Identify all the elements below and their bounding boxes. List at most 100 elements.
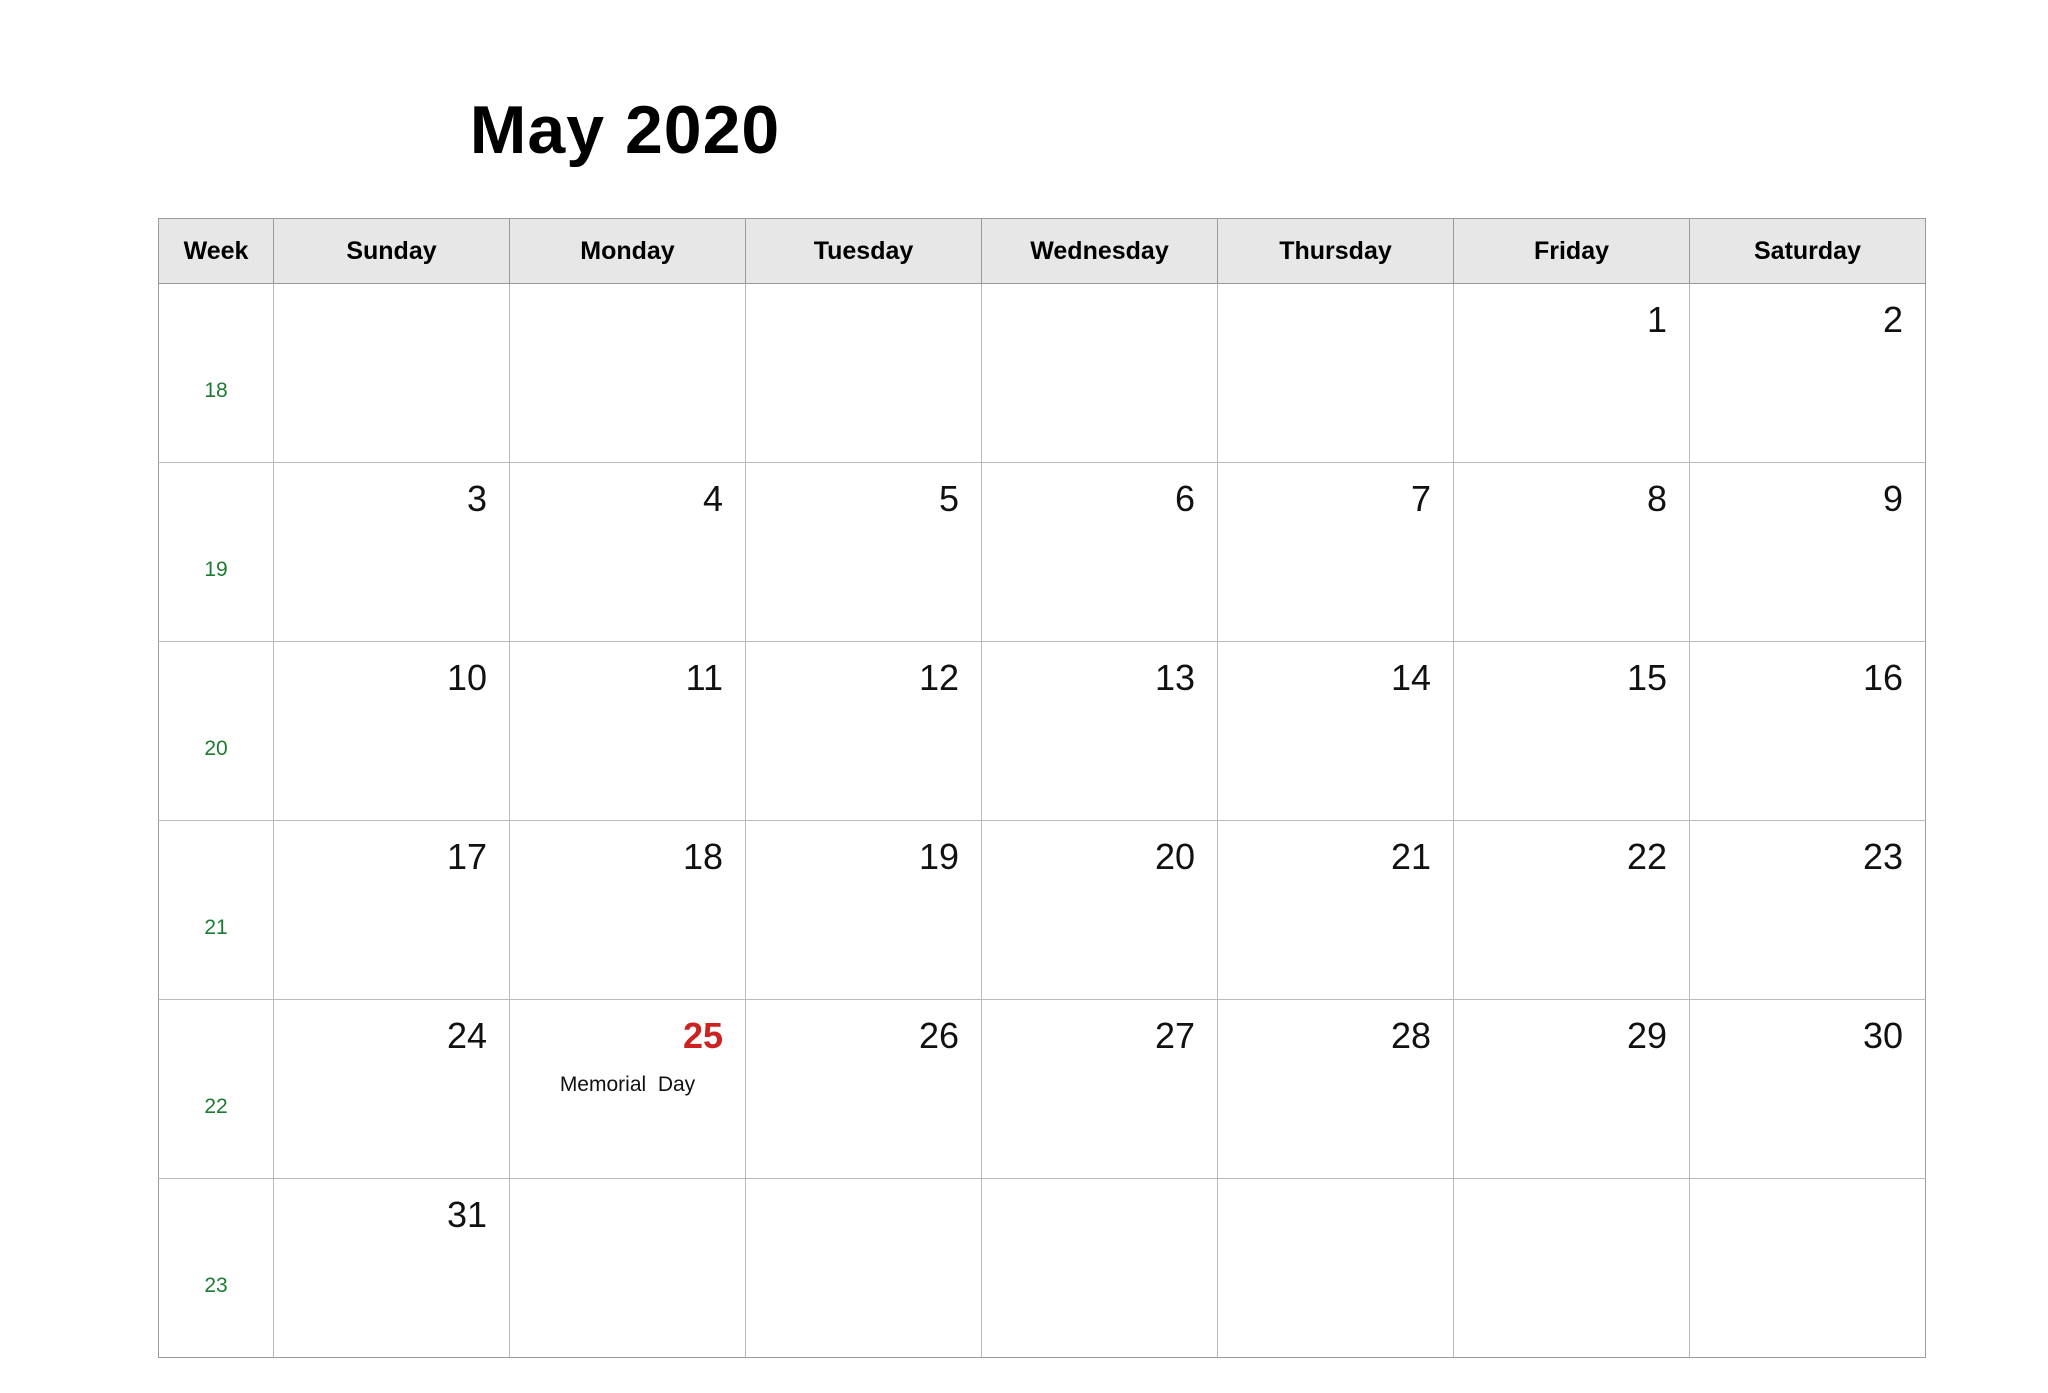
- day-number: 3: [466, 478, 487, 519]
- day-cell-thursday[interactable]: 14: [1217, 641, 1454, 821]
- day-number: 23: [1862, 836, 1903, 877]
- day-number: [274, 284, 509, 340]
- day-number: 24: [446, 1015, 487, 1056]
- day-number: 27: [1154, 1015, 1195, 1056]
- day-cell-thursday[interactable]: 7: [1217, 462, 1454, 642]
- calendar-week-row: 20 10 11 12 13 14 15 16: [158, 641, 1926, 821]
- header-wednesday: Wednesday: [981, 218, 1218, 284]
- day-cell-monday[interactable]: 4: [509, 462, 746, 642]
- day-cell-saturday[interactable]: 2: [1689, 283, 1926, 463]
- day-number: 26: [918, 1015, 959, 1056]
- day-number: 5: [938, 478, 959, 519]
- day-number: 13: [1154, 657, 1195, 698]
- calendar-table: Week Sunday Monday Tuesday Wednesday Thu…: [158, 218, 1926, 1358]
- day-number: [982, 1179, 1217, 1235]
- calendar-week-row: 18 1 2: [158, 283, 1926, 463]
- calendar-body: 18 1 2 19 3 4 5 6 7 8 9 20 10 11 12 13 14 15 16 21 17 18 19 20 2…: [158, 283, 1926, 1358]
- day-cell-tuesday[interactable]: 26: [745, 999, 982, 1179]
- day-number: 14: [1390, 657, 1431, 698]
- day-cell-wednesday[interactable]: [981, 1178, 1218, 1358]
- day-number: 16: [1862, 657, 1903, 698]
- day-number: 30: [1862, 1015, 1903, 1056]
- day-number: 6: [1174, 478, 1195, 519]
- day-number: [1218, 1179, 1453, 1235]
- week-number-cell[interactable]: 23: [158, 1178, 274, 1358]
- day-number: 21: [1390, 836, 1431, 877]
- week-number: 22: [204, 1094, 228, 1118]
- day-cell-tuesday[interactable]: 19: [745, 820, 982, 1000]
- day-cell-monday[interactable]: 25 Memorial Day: [509, 999, 746, 1179]
- day-number: 20: [1154, 836, 1195, 877]
- day-number: 10: [446, 657, 487, 698]
- day-cell-friday[interactable]: 8: [1453, 462, 1690, 642]
- day-cell-tuesday[interactable]: [745, 1178, 982, 1358]
- day-cell-saturday[interactable]: [1689, 1178, 1926, 1358]
- day-cell-monday[interactable]: [509, 283, 746, 463]
- day-number: [746, 1179, 981, 1235]
- day-number: 7: [1410, 478, 1431, 519]
- day-number: [746, 284, 981, 340]
- header-friday: Friday: [1453, 218, 1690, 284]
- day-cell-saturday[interactable]: 16: [1689, 641, 1926, 821]
- day-cell-sunday[interactable]: 17: [273, 820, 510, 1000]
- calendar-week-row: 22 24 25 Memorial Day 26 27 28 29 30: [158, 999, 1926, 1179]
- day-cell-friday[interactable]: 22: [1453, 820, 1690, 1000]
- day-cell-friday[interactable]: [1453, 1178, 1690, 1358]
- day-cell-sunday[interactable]: [273, 283, 510, 463]
- day-cell-monday[interactable]: 18: [509, 820, 746, 1000]
- day-cell-sunday[interactable]: 3: [273, 462, 510, 642]
- week-number-cell[interactable]: 21: [158, 820, 274, 1000]
- day-cell-thursday[interactable]: 28: [1217, 999, 1454, 1179]
- day-cell-thursday[interactable]: [1217, 283, 1454, 463]
- header-tuesday: Tuesday: [745, 218, 982, 284]
- day-number: 2: [1882, 299, 1903, 340]
- day-cell-saturday[interactable]: 23: [1689, 820, 1926, 1000]
- day-cell-saturday[interactable]: 9: [1689, 462, 1926, 642]
- day-cell-tuesday[interactable]: 12: [745, 641, 982, 821]
- day-number-holiday: 25: [682, 1015, 723, 1056]
- day-number: 9: [1882, 478, 1903, 519]
- page-title: May 2020: [469, 92, 781, 168]
- day-cell-friday[interactable]: 29: [1453, 999, 1690, 1179]
- calendar-week-row: 23 31: [158, 1178, 1926, 1358]
- day-number: 17: [446, 836, 487, 877]
- day-number: 28: [1390, 1015, 1431, 1056]
- calendar-week-row: 21 17 18 19 20 21 22 23: [158, 820, 1926, 1000]
- week-number-cell[interactable]: 19: [158, 462, 274, 642]
- day-cell-monday[interactable]: 11: [509, 641, 746, 821]
- day-cell-thursday[interactable]: 21: [1217, 820, 1454, 1000]
- day-number: [1454, 1179, 1689, 1235]
- day-cell-tuesday[interactable]: 5: [745, 462, 982, 642]
- day-number: 29: [1626, 1015, 1667, 1056]
- header-row: Week Sunday Monday Tuesday Wednesday Thu…: [158, 218, 1926, 284]
- day-number: 19: [918, 836, 959, 877]
- day-cell-monday[interactable]: [509, 1178, 746, 1358]
- day-cell-wednesday[interactable]: 13: [981, 641, 1218, 821]
- week-number-cell[interactable]: 18: [158, 283, 274, 463]
- day-number: 11: [685, 657, 723, 698]
- week-number-cell[interactable]: 22: [158, 999, 274, 1179]
- day-cell-saturday[interactable]: 30: [1689, 999, 1926, 1179]
- day-number: 4: [702, 478, 723, 519]
- day-number: 31: [446, 1194, 487, 1235]
- calendar-header: Week Sunday Monday Tuesday Wednesday Thu…: [158, 218, 1926, 284]
- day-cell-wednesday[interactable]: 20: [981, 820, 1218, 1000]
- day-cell-wednesday[interactable]: [981, 283, 1218, 463]
- day-number: 22: [1626, 836, 1667, 877]
- week-number-cell[interactable]: 20: [158, 641, 274, 821]
- day-number: 1: [1646, 299, 1667, 340]
- header-week: Week: [158, 218, 274, 284]
- day-cell-thursday[interactable]: [1217, 1178, 1454, 1358]
- day-cell-sunday[interactable]: 10: [273, 641, 510, 821]
- day-cell-friday[interactable]: 15: [1453, 641, 1690, 821]
- day-cell-sunday[interactable]: 31: [273, 1178, 510, 1358]
- day-cell-wednesday[interactable]: 27: [981, 999, 1218, 1179]
- day-cell-friday[interactable]: 1: [1453, 283, 1690, 463]
- day-cell-wednesday[interactable]: 6: [981, 462, 1218, 642]
- day-number: 15: [1626, 657, 1667, 698]
- calendar-page: May 2020 Week Sunday Monday Tuesday Wedn…: [0, 0, 2048, 1393]
- week-number: 21: [204, 915, 228, 939]
- holiday-label: Memorial Day: [559, 1073, 696, 1096]
- day-cell-tuesday[interactable]: [745, 283, 982, 463]
- day-cell-sunday[interactable]: 24: [273, 999, 510, 1179]
